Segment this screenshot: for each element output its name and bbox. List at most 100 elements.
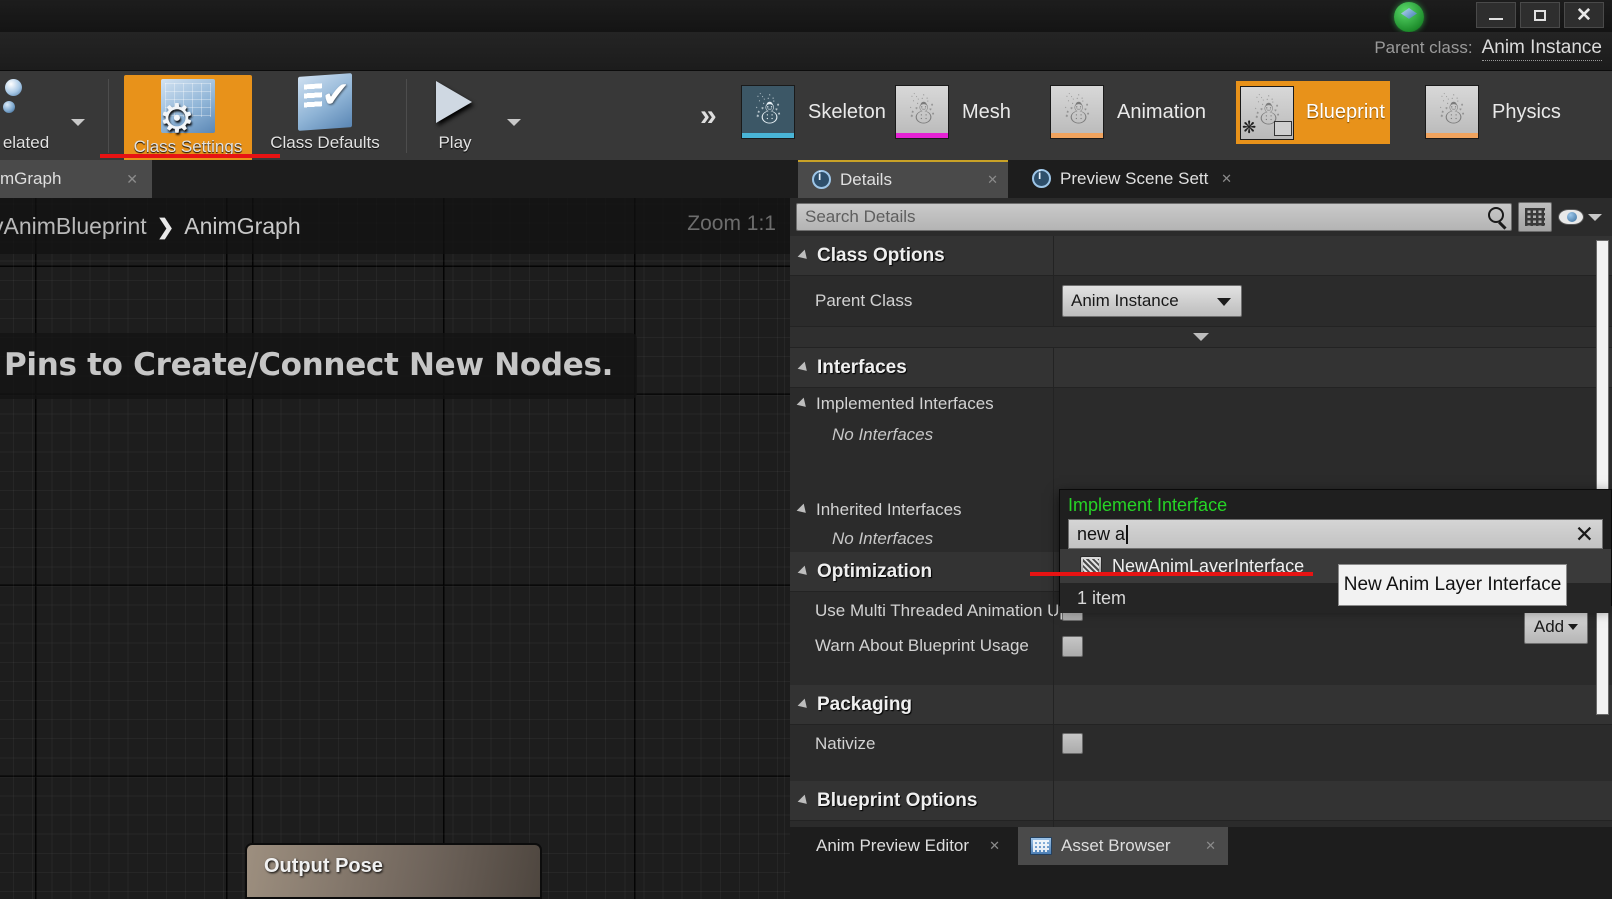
count-label: 1 item	[1077, 587, 1127, 608]
breadcrumb-current[interactable]: AnimGraph	[184, 213, 300, 239]
play-dropdown-caret-icon[interactable]	[507, 119, 521, 126]
double-chevron-right-icon[interactable]: »	[700, 99, 717, 133]
property-label: Use Multi Threaded Animation Upd	[815, 600, 1079, 620]
category-label: Interfaces	[817, 356, 907, 378]
physics-thumbnail: ☃	[1425, 85, 1479, 139]
collapse-arrow-icon	[797, 565, 811, 578]
find-related-icon	[0, 75, 53, 129]
details-vertical-scrollbar[interactable]	[1596, 240, 1609, 715]
row-spacer	[790, 762, 1612, 781]
breadcrumb-root[interactable]: vAnimBlueprint	[0, 213, 147, 239]
category-header-packaging[interactable]: Packaging	[790, 685, 1612, 725]
row-add-interface-spacer	[790, 450, 1612, 494]
graph-canvas[interactable]: Pins to Create/Connect New Nodes.	[0, 198, 790, 899]
details-search-row: Search Details	[790, 198, 1612, 236]
toolbar-play-button[interactable]: Play	[420, 75, 490, 153]
maximize-button[interactable]	[1520, 2, 1560, 28]
close-icon: ✕	[1576, 4, 1592, 26]
output-pose-node[interactable]: Output Pose	[245, 843, 542, 899]
visibility-toggle[interactable]	[1558, 209, 1606, 225]
empty-label: No Interfaces	[832, 425, 934, 444]
interface-tooltip: New Anim Layer Interface	[1338, 564, 1567, 606]
tooltip-text: New Anim Layer Interface	[1343, 574, 1562, 595]
clear-icon[interactable]: ✕	[1575, 521, 1594, 548]
anim-graph-pane: mGraph ✕ Pins to Create/Connect New Node…	[0, 160, 790, 899]
grid-view-icon[interactable]	[1518, 202, 1552, 232]
text-cursor	[1126, 524, 1128, 544]
toolbar-class-defaults-button[interactable]: Class Defaults	[260, 73, 390, 153]
find-related-dropdown-caret-icon[interactable]	[71, 119, 85, 126]
mesh-thumbnail: ☃	[895, 85, 949, 139]
minimize-button[interactable]	[1476, 2, 1516, 28]
tab-label: Preview Scene Sett	[1060, 169, 1209, 188]
category-label: Blueprint Options	[817, 789, 978, 811]
toolbar-separator	[406, 79, 407, 153]
row-parent-class: Parent Class Anim Instance	[790, 276, 1612, 326]
add-interface-button[interactable]: Add	[1524, 610, 1588, 644]
parent-class-label: Parent class:	[1374, 38, 1473, 57]
close-icon[interactable]: ✕	[989, 838, 1000, 854]
property-label: Parent Class	[815, 291, 913, 310]
graph-tab-animgraph[interactable]: mGraph ✕	[0, 160, 152, 198]
eye-visibility-icon	[1558, 209, 1584, 225]
annotation-underline-class-settings	[100, 154, 280, 158]
category-label: Packaging	[817, 693, 913, 715]
tab-preview-scene-settings[interactable]: Preview Scene Sett ✕	[1018, 160, 1236, 198]
combo-value: Anim Instance	[1071, 291, 1179, 310]
chevron-down-icon	[1193, 333, 1209, 341]
category-header-blueprint-options[interactable]: Blueprint Options	[790, 781, 1612, 821]
play-icon	[428, 75, 482, 129]
toolbar-class-settings-button[interactable]: Class Settings	[124, 75, 252, 163]
close-button[interactable]: ✕	[1564, 2, 1604, 28]
class-settings-icon	[159, 79, 215, 139]
graph-breadcrumb-bar: vAnimBlueprint ❯ AnimGraph Zoom 1:1	[0, 198, 790, 254]
mode-switch-animation[interactable]: ☃ Animation	[1050, 85, 1206, 139]
mode-label: Physics	[1492, 100, 1561, 123]
parent-class-value[interactable]: Anim Instance	[1481, 37, 1602, 61]
window-titlebar: ✕	[0, 0, 1612, 32]
tab-asset-browser[interactable]: Asset Browser ✕	[1018, 827, 1228, 865]
mode-label: Skeleton	[808, 100, 886, 123]
tab-anim-preview-editor[interactable]: Anim Preview Editor ✕	[804, 827, 1012, 865]
category-header-interfaces[interactable]: Interfaces	[790, 348, 1612, 388]
chevron-down-icon[interactable]	[1588, 213, 1602, 221]
row-implemented-interfaces[interactable]: Implemented Interfaces	[790, 388, 1612, 420]
search-input[interactable]: Search Details	[796, 203, 1512, 231]
toolbar-separator	[108, 79, 109, 153]
close-icon[interactable]: ✕	[126, 171, 138, 188]
checkbox-nativize[interactable]	[1062, 733, 1083, 754]
blueprint-thumbnail: ☃ ❋	[1240, 85, 1294, 140]
graph-tab-bar: mGraph ✕	[0, 160, 790, 198]
close-icon[interactable]: ✕	[1221, 171, 1232, 187]
search-placeholder: Search Details	[805, 207, 916, 226]
collapse-arrow-icon	[796, 397, 810, 411]
toolbar-find-related-button[interactable]: elated	[0, 75, 74, 153]
tab-details[interactable]: Details ✕	[798, 160, 1008, 198]
checkbox-warn-about-blueprint-usage[interactable]	[1062, 635, 1083, 657]
collapse-arrow-icon	[796, 503, 810, 517]
section-splitter[interactable]	[790, 326, 1612, 348]
close-icon[interactable]: ✕	[987, 172, 998, 188]
empty-label: No Interfaces	[832, 529, 934, 548]
mode-switch-blueprint[interactable]: ☃ ❋ Blueprint	[1236, 81, 1390, 144]
parent-class-combo[interactable]: Anim Instance	[1062, 285, 1242, 317]
mode-switch-skeleton[interactable]: ☃ Skeleton	[741, 85, 886, 139]
mode-label: Blueprint	[1306, 101, 1385, 123]
interface-search-input[interactable]: new a ✕	[1068, 519, 1603, 549]
output-pose-node-title: Output Pose	[264, 855, 383, 877]
annotation-underline-interface-result	[1030, 572, 1313, 576]
tab-label: Details	[840, 170, 892, 189]
search-magnifier-icon	[1488, 207, 1504, 223]
bottom-tab-bar: Anim Preview Editor ✕ Asset Browser ✕	[790, 827, 1612, 899]
breadcrumb: vAnimBlueprint ❯ AnimGraph	[0, 213, 301, 240]
category-header-class-options[interactable]: Class Options	[790, 236, 1612, 276]
chevron-down-icon	[1217, 298, 1231, 306]
asset-browser-icon	[1030, 837, 1052, 855]
mode-switch-mesh[interactable]: ☃ Mesh	[895, 85, 1011, 139]
collapse-arrow-icon	[797, 361, 811, 374]
mode-switch-physics[interactable]: ☃ Physics	[1425, 85, 1561, 139]
property-label: Nativize	[815, 733, 876, 753]
tab-label: Anim Preview Editor	[816, 836, 970, 855]
close-icon[interactable]: ✕	[1205, 838, 1216, 854]
unreal-anim-blueprint-editor: ✕ Parent class: Anim Instance elated Cla…	[0, 0, 1612, 899]
